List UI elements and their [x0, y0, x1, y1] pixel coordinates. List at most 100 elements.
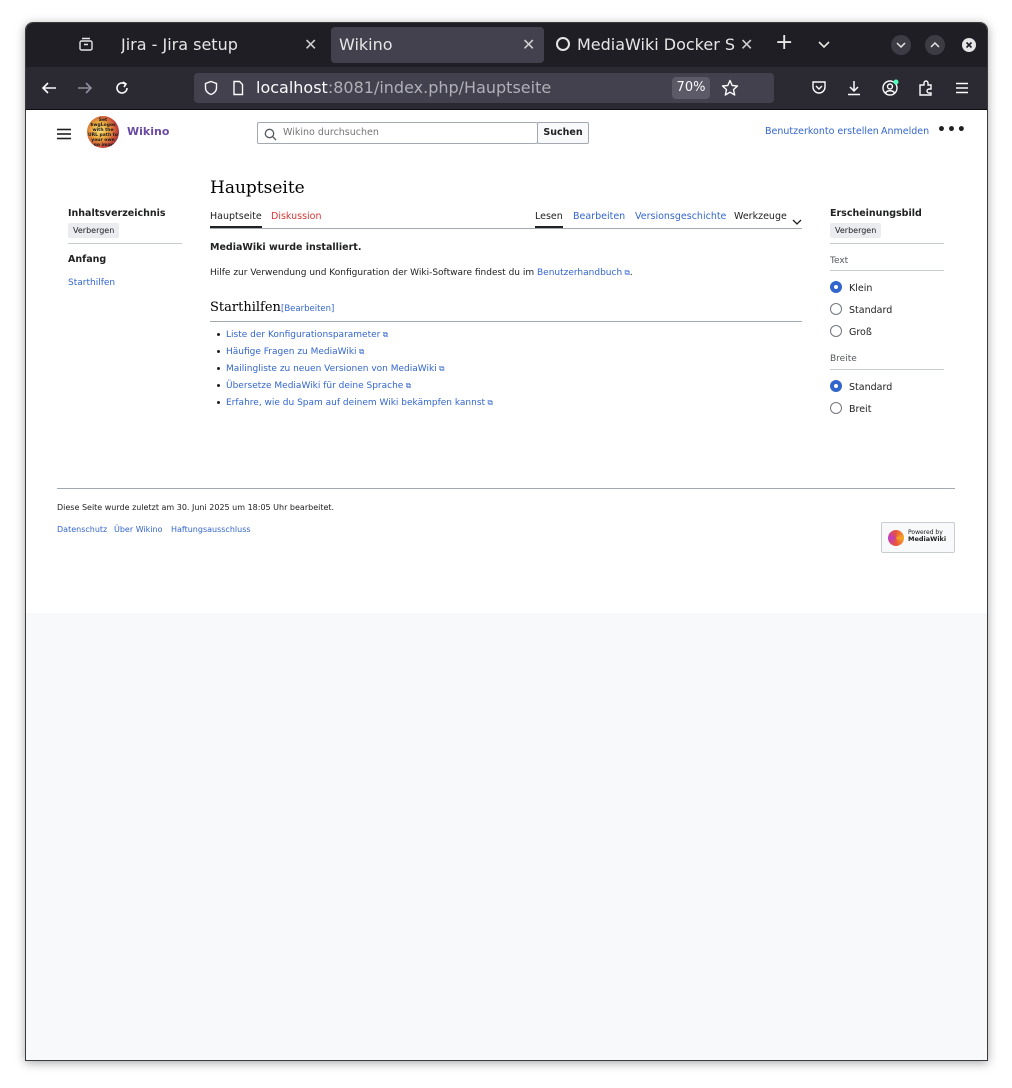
tab-werkzeuge[interactable]: Werkzeuge [734, 210, 787, 224]
hamburger-menu-icon[interactable] [953, 79, 971, 101]
url-text[interactable]: localhost:8081/index.php/Hauptseite [256, 73, 551, 103]
footer-link-about[interactable]: Über Wikino [114, 525, 162, 534]
list-item[interactable]: Liste der Konfigurationsparameter ⧉ [216, 326, 493, 343]
search-box[interactable] [257, 122, 538, 144]
page-tabs: Hauptseite Diskussion Lesen Bearbeiten V… [210, 210, 802, 229]
mediawiki-logo-icon [888, 530, 904, 546]
tab-versionsgeschichte[interactable]: Versionsgeschichte [635, 210, 726, 224]
zoom-level[interactable]: 70% [672, 77, 710, 99]
tab-list-chevron-icon[interactable] [817, 37, 831, 56]
external-link-icon: ⧉ [622, 268, 630, 277]
radio-label[interactable]: Groß [849, 327, 872, 338]
footer-link-privacy[interactable]: Datenschutz [57, 525, 107, 534]
radio-text-gross[interactable] [830, 325, 842, 337]
search-icon [264, 126, 277, 145]
tab-mediawiki-docker[interactable]: MediaWiki Docker Setu ✕ [551, 27, 756, 63]
bookmark-star-icon[interactable] [721, 79, 739, 101]
search-input[interactable] [283, 123, 533, 143]
login-link[interactable]: Anmelden [881, 126, 929, 137]
radio-label[interactable]: Standard [849, 382, 892, 393]
list-item[interactable]: Mailingliste zu neuen Versionen von Medi… [216, 360, 493, 377]
tab-diskussion[interactable]: Diskussion [271, 210, 322, 224]
help-suffix: . [629, 268, 633, 278]
extensions-icon[interactable] [917, 79, 935, 101]
external-link-icon: ⧉ [436, 364, 445, 373]
footer-link-disclaimer[interactable]: Haftungsausschluss [171, 525, 251, 534]
main-menu-icon[interactable] [57, 125, 71, 144]
shield-icon[interactable] [203, 80, 219, 100]
close-icon[interactable]: ✕ [304, 27, 317, 63]
width-divider [830, 369, 944, 370]
url-host: localhost [256, 78, 328, 97]
site-logo[interactable]: Set $wgLogos with the URL path to your o… [87, 116, 119, 148]
last-modified-text: Diese Seite wurde zuletzt am 30. Juni 20… [57, 503, 335, 512]
text-size-label: Text [830, 256, 849, 266]
back-arrow-icon[interactable] [41, 80, 57, 100]
openai-favicon-icon [556, 37, 570, 51]
maximize-icon[interactable] [925, 35, 945, 55]
radio-label[interactable]: Breit [849, 404, 871, 415]
radio-label[interactable]: Klein [849, 283, 872, 294]
create-account-link[interactable]: Benutzerkonto erstellen [765, 126, 879, 137]
more-options-icon[interactable]: ••• [937, 122, 967, 138]
forward-arrow-icon[interactable] [77, 80, 93, 100]
appearance-divider [830, 243, 944, 244]
close-icon[interactable]: ✕ [522, 27, 535, 63]
close-window-icon[interactable] [959, 35, 979, 55]
list-link[interactable]: Übersetze MediaWiki für deine Sprache [226, 381, 403, 391]
list-link[interactable]: Liste der Konfigurationsparameter [226, 330, 380, 340]
chevron-down-icon[interactable] [792, 212, 802, 231]
minimize-icon[interactable] [891, 35, 911, 55]
tab-jira[interactable]: Jira - Jira setup ✕ [111, 27, 326, 63]
page-icon[interactable] [230, 80, 246, 100]
tab-bearbeiten[interactable]: Bearbeiten [573, 210, 625, 224]
external-link-icon: ⧉ [485, 398, 493, 407]
list-item[interactable]: Häufige Fragen zu MediaWiki ⧉ [216, 343, 493, 360]
external-link-icon: ⧉ [356, 347, 365, 356]
browser-window: Jira - Jira setup ✕ Wikino ✕ MediaWiki D… [25, 22, 988, 1061]
powered-by-mediawiki-badge[interactable]: Powered by MediaWiki [881, 522, 955, 553]
navigation-bar: localhost:8081/index.php/Hauptseite 70% [26, 67, 987, 110]
logo-placeholder-text: Set $wgLogos with the URL path to your o… [88, 118, 118, 148]
site-name[interactable]: Wikino [127, 125, 169, 138]
toc-item-anfang[interactable]: Anfang [68, 254, 106, 265]
list-link[interactable]: Mailingliste zu neuen Versionen von Medi… [226, 364, 437, 374]
section-header: Starthilfen [Bearbeiten] [210, 300, 802, 322]
radio-text-standard[interactable] [830, 303, 842, 315]
search-button[interactable]: Suchen [537, 122, 589, 144]
external-link-icon: ⧉ [403, 381, 412, 390]
url-bar[interactable]: localhost:8081/index.php/Hauptseite 70% [194, 73, 774, 103]
radio-width-standard[interactable] [830, 380, 842, 392]
radio-label[interactable]: Standard [849, 305, 892, 316]
starthilfen-list: Liste der Konfigurationsparameter ⧉ Häuf… [216, 326, 493, 411]
radio-text-klein[interactable] [830, 281, 842, 293]
toc-hide-button[interactable]: Verbergen [68, 223, 120, 238]
user-guide-link[interactable]: Benutzerhandbuch [537, 268, 622, 278]
toc-item-starthilfen[interactable]: Starthilfen [68, 278, 115, 288]
tab-wikino[interactable]: Wikino ✕ [331, 27, 544, 63]
radio-width-breit[interactable] [830, 402, 842, 414]
account-icon[interactable] [881, 79, 899, 101]
close-icon[interactable]: ✕ [740, 27, 753, 63]
tab-overview-icon[interactable] [78, 36, 94, 56]
list-item[interactable]: Übersetze MediaWiki für deine Sprache ⧉ [216, 377, 493, 394]
url-path: :8081/index.php/Hauptseite [327, 78, 552, 97]
tab-lesen[interactable]: Lesen [535, 210, 563, 228]
list-link[interactable]: Häufige Fragen zu MediaWiki [226, 347, 357, 357]
download-icon[interactable] [845, 79, 863, 101]
page-title: Hauptseite [210, 178, 305, 198]
tab-title: MediaWiki Docker Setu [577, 35, 735, 54]
tab-title: Wikino [339, 35, 393, 54]
pocket-icon[interactable] [810, 79, 828, 101]
external-link-icon: ⧉ [380, 330, 389, 339]
tab-hauptseite[interactable]: Hauptseite [210, 210, 262, 228]
installed-message: MediaWiki wurde installiert. [210, 242, 362, 253]
new-tab-icon[interactable]: + [775, 30, 793, 55]
appearance-hide-button[interactable]: Verbergen [830, 223, 882, 238]
help-paragraph: Hilfe zur Verwendung und Konfiguration d… [210, 268, 633, 278]
text-size-divider [830, 270, 944, 271]
list-item[interactable]: Erfahre, wie du Spam auf deinem Wiki bek… [216, 394, 493, 411]
section-edit-link[interactable]: [Bearbeiten] [281, 304, 334, 314]
list-link[interactable]: Erfahre, wie du Spam auf deinem Wiki bek… [226, 398, 485, 408]
reload-icon[interactable] [114, 80, 130, 100]
